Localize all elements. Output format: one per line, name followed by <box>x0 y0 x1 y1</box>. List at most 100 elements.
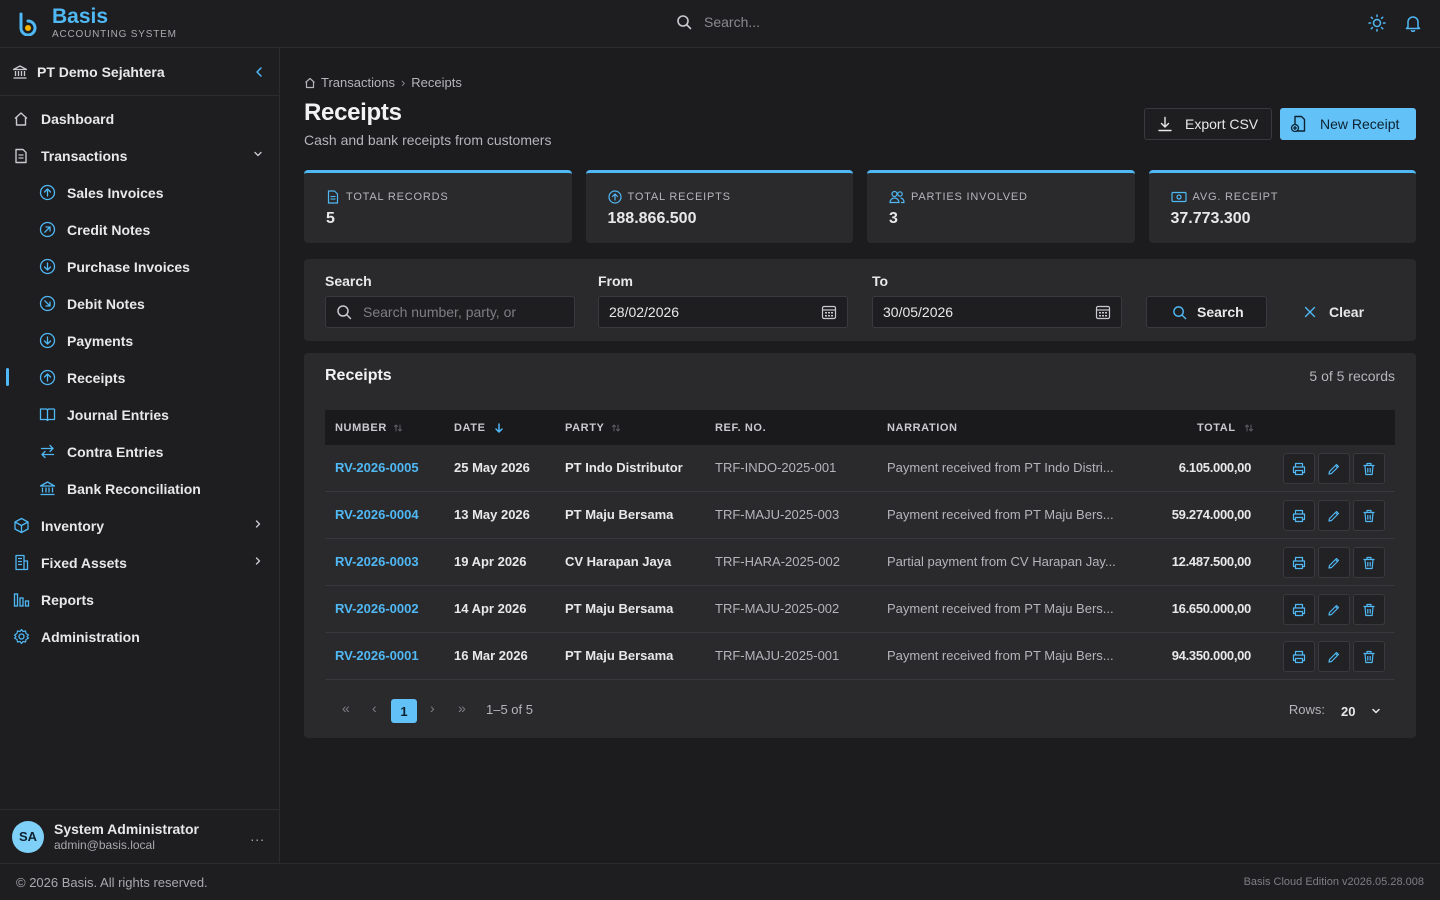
delete-button[interactable] <box>1353 641 1385 672</box>
trash-icon <box>1362 650 1376 664</box>
receipt-number-link[interactable]: RV-2026-0002 <box>335 601 419 616</box>
first-page-button[interactable]: « <box>342 700 350 716</box>
user-name: System Administrator <box>54 820 199 837</box>
table-row[interactable]: RV-2026-0001 16 Mar 2026 PT Maju Bersama TR… <box>325 633 1395 680</box>
trash-icon <box>1362 603 1376 617</box>
company-name: PT Demo Sejahtera <box>37 63 165 80</box>
receipt-number-link[interactable]: RV-2026-0004 <box>335 507 419 522</box>
receipt-number-link[interactable]: RV-2026-0003 <box>335 554 419 569</box>
sidebar-item-label: Sales Invoices <box>67 184 164 201</box>
arrow-down-right-circle-icon <box>38 295 56 313</box>
version: Basis Cloud Edition v2026.05.28.008 <box>1243 876 1424 888</box>
search-filter-field[interactable] <box>325 296 575 328</box>
sidebar-item-debit-notes[interactable]: Debit Notes <box>0 285 279 322</box>
pencil-icon <box>1327 650 1341 664</box>
breadcrumb-transactions[interactable]: Transactions <box>321 75 395 90</box>
calendar-icon[interactable] <box>821 304 837 320</box>
to-date-field[interactable]: 30/05/2026 <box>872 296 1122 328</box>
cash-icon <box>1170 191 1187 203</box>
row-actions <box>1283 547 1385 578</box>
print-button[interactable] <box>1283 500 1315 531</box>
sidebar-item-label: Contra Entries <box>67 443 164 460</box>
stat-card-parties-involved: PARTIES INVOLVED 3 <box>867 170 1135 243</box>
sidebar-item-transactions[interactable]: Transactions <box>0 137 279 174</box>
print-button[interactable] <box>1283 641 1315 672</box>
sidebar-item-label: Fixed Assets <box>41 554 127 571</box>
sidebar-item-dashboard[interactable]: Dashboard <box>0 100 279 137</box>
sidebar-item-fixed-assets[interactable]: Fixed Assets <box>0 544 279 581</box>
delete-button[interactable] <box>1353 594 1385 625</box>
sidebar-item-label: Bank Reconciliation <box>67 480 201 497</box>
new-receipt-button[interactable]: New Receipt <box>1280 108 1416 140</box>
trash-icon <box>1362 462 1376 476</box>
prev-page-button[interactable]: ‹ <box>372 700 377 716</box>
edit-button[interactable] <box>1318 641 1350 672</box>
table-row[interactable]: RV-2026-0005 25 May 2026 PT Indo Distribut… <box>325 445 1395 492</box>
stat-label: AVG. RECEIPT <box>1192 191 1279 203</box>
sidebar-item-label: Debit Notes <box>67 295 145 312</box>
search-button[interactable]: Search <box>1146 296 1267 328</box>
current-page-button[interactable]: 1 <box>391 699 417 723</box>
edit-button[interactable] <box>1318 500 1350 531</box>
column-header-party[interactable]: PARTY <box>565 422 621 434</box>
next-page-button[interactable]: › <box>430 700 435 716</box>
stat-value: 3 <box>889 210 898 227</box>
sidebar-item-bank-reconciliation[interactable]: Bank Reconciliation <box>0 470 279 507</box>
company-switcher[interactable]: PT Demo Sejahtera <box>0 48 279 96</box>
sidebar-item-credit-notes[interactable]: Credit Notes <box>0 211 279 248</box>
last-page-button[interactable]: » <box>458 700 466 716</box>
avatar: SA <box>12 820 44 853</box>
table-row[interactable]: RV-2026-0004 13 May 2026 PT Maju Bersama TR… <box>325 492 1395 539</box>
column-header-total[interactable]: TOTAL <box>1197 422 1254 434</box>
receipt-date: 19 Apr 2026 <box>454 554 527 569</box>
export-csv-button[interactable]: Export CSV <box>1144 108 1272 140</box>
brand[interactable]: Basis ACCOUNTING SYSTEM <box>16 6 177 41</box>
rows-per-page-select[interactable]: 20 <box>1331 699 1387 723</box>
edit-button[interactable] <box>1318 547 1350 578</box>
bank-icon <box>38 480 56 498</box>
delete-button[interactable] <box>1353 453 1385 484</box>
edit-button[interactable] <box>1318 594 1350 625</box>
sidebar-item-inventory[interactable]: Inventory <box>0 507 279 544</box>
table-row[interactable]: RV-2026-0002 14 Apr 2026 PT Maju Bersama TR… <box>325 586 1395 633</box>
sidebar-nav: Dashboard Transactions Sales Invoices Cr… <box>0 96 279 655</box>
stat-label: TOTAL RECORDS <box>346 191 449 203</box>
table-row[interactable]: RV-2026-0003 19 Apr 2026 CV Harapan Jaya TR… <box>325 539 1395 586</box>
theme-toggle-icon[interactable] <box>1368 14 1386 32</box>
receipt-narration: Payment received from PT Indo Distri... <box>887 460 1114 475</box>
stat-value: 37.773.300 <box>1170 210 1251 227</box>
sidebar-item-reports[interactable]: Reports <box>0 581 279 618</box>
sidebar-item-contra-entries[interactable]: Contra Entries <box>0 433 279 470</box>
edit-button[interactable] <box>1318 453 1350 484</box>
delete-button[interactable] <box>1353 500 1385 531</box>
receipt-number-link[interactable]: RV-2026-0001 <box>335 648 419 663</box>
print-button[interactable] <box>1283 547 1315 578</box>
print-button[interactable] <box>1283 453 1315 484</box>
sidebar-item-journal-entries[interactable]: Journal Entries <box>0 396 279 433</box>
collapse-sidebar-icon[interactable] <box>253 66 265 78</box>
global-search[interactable] <box>676 14 904 30</box>
delete-button[interactable] <box>1353 547 1385 578</box>
new-receipt-label: New Receipt <box>1320 116 1400 132</box>
sidebar-item-administration[interactable]: Administration <box>0 618 279 655</box>
chevron-down-icon <box>254 151 262 157</box>
sidebar-item-receipts[interactable]: Receipts <box>0 359 279 396</box>
calendar-icon[interactable] <box>1095 304 1111 320</box>
clear-button[interactable]: Clear <box>1304 296 1384 328</box>
print-button[interactable] <box>1283 594 1315 625</box>
bell-icon[interactable] <box>1404 14 1422 32</box>
more-options-icon[interactable]: ... <box>250 828 265 844</box>
sidebar-item-sales-invoices[interactable]: Sales Invoices <box>0 174 279 211</box>
column-header-number[interactable]: NUMBER <box>335 422 403 434</box>
from-date-field[interactable]: 28/02/2026 <box>598 296 848 328</box>
global-search-input[interactable] <box>704 14 904 30</box>
arrow-down-circle-icon <box>38 258 56 276</box>
printer-icon <box>1292 650 1306 664</box>
receipt-number-link[interactable]: RV-2026-0005 <box>335 460 419 475</box>
sidebar-item-purchase-invoices[interactable]: Purchase Invoices <box>0 248 279 285</box>
search-filter-input[interactable] <box>363 304 564 320</box>
user-profile[interactable]: SA System Administrator admin@basis.loca… <box>0 809 279 863</box>
from-date-label: From <box>598 273 633 289</box>
column-header-date[interactable]: DATE <box>454 422 504 434</box>
sidebar-item-payments[interactable]: Payments <box>0 322 279 359</box>
